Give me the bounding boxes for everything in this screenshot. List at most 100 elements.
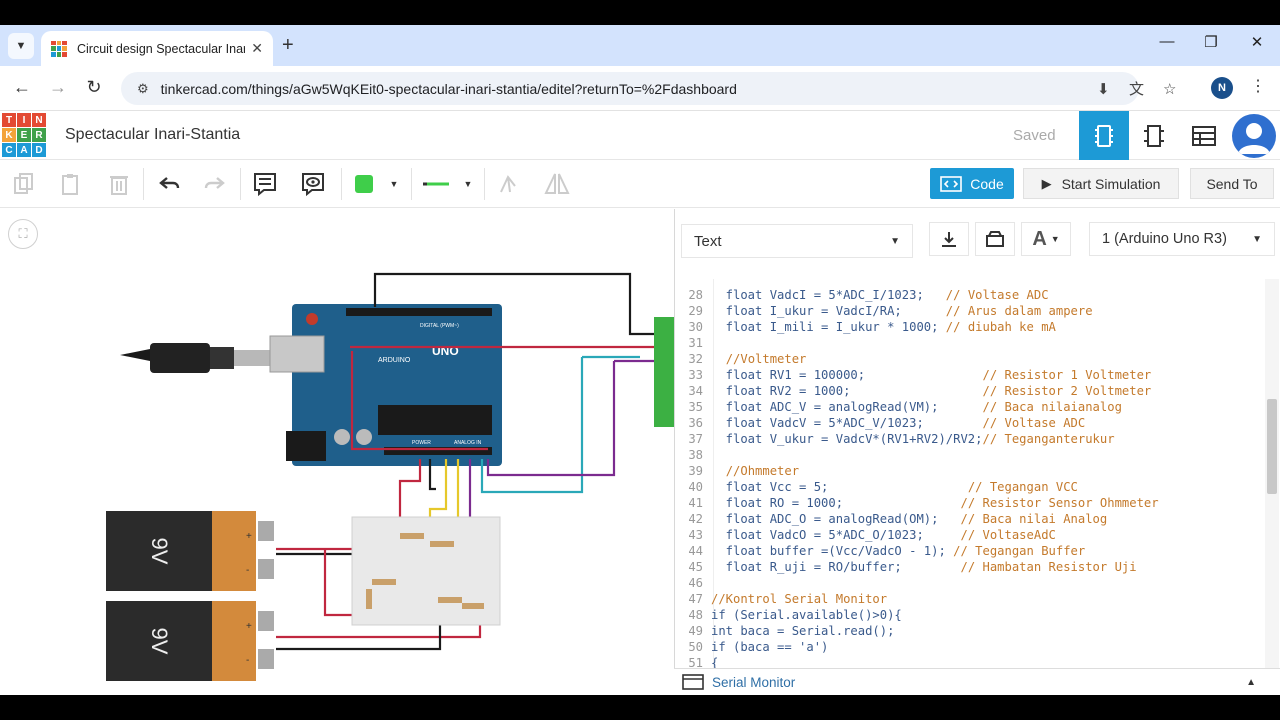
chevron-down-icon[interactable]: ▼ [384, 170, 404, 198]
start-simulation-button[interactable]: ▶ Start Simulation [1023, 168, 1179, 199]
forward-icon[interactable]: → [46, 77, 70, 98]
notes-icon[interactable] [251, 170, 279, 198]
font-size-icon: A [1032, 227, 1047, 250]
battery-9v[interactable]: 9V + - [106, 511, 274, 591]
fill-color-picker[interactable] [350, 170, 378, 198]
code-line[interactable]: 29 float I_ukur = VadcI/RA; // Arus dala… [677, 303, 1265, 319]
code-line[interactable]: 39 //Ohmmeter [677, 463, 1265, 479]
copy-icon[interactable] [10, 170, 38, 198]
logo-letter: N [32, 113, 46, 127]
address-bar[interactable]: ⚙ tinkercad.com/things/aGw5WqKEit0-spect… [121, 72, 1176, 105]
edit-toolbar: ▼ ▼ Code ▶ Start Simulation Send To [0, 160, 1280, 208]
code-text: float RV1 = 100000; [711, 368, 866, 382]
redo-icon[interactable] [201, 170, 229, 198]
component-list-button[interactable] [1179, 111, 1229, 160]
rotate-icon[interactable] [494, 170, 522, 198]
code-line[interactable]: 42 float ADC_O = analogRead(OM); // Baca… [677, 511, 1265, 527]
code-line[interactable]: 38 [677, 447, 1265, 463]
line-number: 35 [688, 400, 703, 414]
breadboard[interactable] [351, 516, 501, 626]
circuit-view-button[interactable] [1079, 111, 1129, 160]
new-tab-button[interactable]: + [282, 34, 294, 57]
schematic-view-icon [1144, 124, 1164, 147]
send-to-label: Send To [1206, 175, 1258, 192]
save-status: Saved [1013, 127, 1056, 144]
battery-label: 9V [147, 538, 172, 565]
download-code-button[interactable] [929, 222, 969, 256]
code-line[interactable]: 45 float R_uji = RO/buffer; // Hambatan … [677, 559, 1265, 575]
back-icon[interactable]: ← [10, 77, 34, 98]
send-to-button[interactable]: Send To [1190, 168, 1274, 199]
code-text: if (Serial.available()>0){ [711, 608, 902, 622]
code-line[interactable]: 43 float VadcO = 5*ADC_O/1023; // Voltas… [677, 527, 1265, 543]
project-title[interactable]: Spectacular Inari-Stantia [65, 126, 240, 144]
battery-plus-label: + [246, 531, 252, 542]
schematic-view-button[interactable] [1129, 111, 1179, 160]
chevron-up-icon[interactable]: ▲ [1246, 677, 1256, 688]
wire-type-picker[interactable] [419, 170, 453, 198]
code-line[interactable]: 48 if (Serial.available()>0){ [677, 607, 1265, 623]
code-line[interactable]: 50 if (baca == 'a') [677, 639, 1265, 655]
delete-icon[interactable] [105, 170, 133, 198]
install-app-icon[interactable]: ⬇ [1097, 72, 1110, 105]
profile-avatar[interactable]: N [1211, 77, 1233, 99]
code-line[interactable]: 37 float V_ukur = VadcV*(RV1+RV2)/RV2;//… [677, 431, 1265, 447]
code-line[interactable]: 31 [677, 335, 1265, 351]
tinkercad-logo[interactable]: T I N K E R C A D [2, 113, 46, 157]
window-close-icon[interactable]: ✕ [1242, 33, 1272, 51]
code-panel: Text ▼ A▼ 1 (Arduino Uno R3) ▼ 27 float … [674, 209, 1280, 695]
font-size-button[interactable]: A ▼ [1021, 222, 1071, 256]
restore-icon[interactable]: ❐ [1196, 33, 1226, 51]
user-avatar[interactable] [1232, 114, 1276, 158]
close-icon[interactable]: ✕ [251, 40, 263, 57]
usb-cable[interactable] [120, 343, 274, 373]
translate-icon[interactable]: 文 [1129, 72, 1144, 105]
code-line[interactable]: 44 float buffer =(Vcc/VadcO - 1); // Teg… [677, 543, 1265, 559]
code-text: float VadcI = 5*ADC_I/1023; [711, 288, 924, 302]
code-text: float ADC_O = analogRead(OM); [711, 512, 939, 526]
circuit-canvas[interactable]: ⛶ ARDUINO UNO DIGITAL (PWM~) POWER ANALO… [0, 209, 674, 695]
code-line[interactable]: 30 float I_mili = I_ukur * 1000; // diub… [677, 319, 1265, 335]
code-line[interactable]: 49 int baca = Serial.read(); [677, 623, 1265, 639]
board-select[interactable]: 1 (Arduino Uno R3) ▼ [1089, 222, 1275, 256]
lcd-module[interactable] [654, 317, 674, 427]
line-number: 44 [688, 544, 703, 558]
site-info-icon[interactable]: ⚙ [137, 81, 149, 97]
chevron-down-icon[interactable]: ▼ [458, 170, 478, 198]
code-text: float I_mili = I_ukur * 1000; [711, 320, 939, 334]
code-mode-select[interactable]: Text ▼ [681, 224, 913, 258]
code-line[interactable]: 35 float ADC_V = analogRead(VM); // Baca… [677, 399, 1265, 415]
code-line[interactable]: 40 float Vcc = 5; // Tegangan VCC [677, 479, 1265, 495]
code-icon [940, 175, 963, 192]
list-view-icon [1192, 125, 1216, 146]
scrollbar-thumb[interactable] [1267, 399, 1277, 494]
code-comment: // Teganganterukur [982, 432, 1115, 446]
upload-library-button[interactable] [975, 222, 1015, 256]
undo-icon[interactable] [155, 170, 183, 198]
code-editor[interactable]: 27 float ADC_I = analogRead(AM); // Baca… [677, 279, 1265, 689]
code-line[interactable]: 41 float RO = 1000; // Resistor Sensor O… [677, 495, 1265, 511]
paste-icon[interactable] [57, 170, 85, 198]
download-icon [942, 232, 956, 247]
minimize-icon[interactable]: — [1152, 33, 1182, 50]
toggle-notes-visibility-icon[interactable] [299, 170, 327, 198]
browser-menu-icon[interactable]: ⋮ [1250, 76, 1266, 96]
digital-label: DIGITAL (PWM~) [420, 323, 459, 329]
bookmark-star-icon[interactable]: ☆ [1163, 72, 1176, 105]
tab-search-button[interactable]: ▼ [8, 33, 34, 59]
editor-scrollbar[interactable] [1265, 279, 1279, 689]
code-line[interactable]: 47 //Kontrol Serial Monitor [677, 591, 1265, 607]
code-line[interactable]: 34 float RV2 = 1000; // Resistor 2 Voltm… [677, 383, 1265, 399]
code-line[interactable]: 46 [677, 575, 1265, 591]
code-line[interactable]: 32 //Voltmeter [677, 351, 1265, 367]
code-button[interactable]: Code [930, 168, 1014, 199]
flip-icon[interactable] [543, 170, 571, 198]
code-line[interactable]: 33 float RV1 = 100000; // Resistor 1 Vol… [677, 367, 1265, 383]
code-line[interactable]: 36 float VadcV = 5*ADC_V/1023; // Voltas… [677, 415, 1265, 431]
reload-icon[interactable]: ↻ [82, 77, 106, 98]
browser-tab[interactable]: Circuit design Spectacular Inari-Stantia… [41, 31, 273, 66]
code-line[interactable]: 28 float VadcI = 5*ADC_I/1023; // Voltas… [677, 287, 1265, 303]
battery-9v[interactable]: 9V + - [106, 601, 274, 681]
serial-monitor-bar[interactable]: Serial Monitor ▲ [674, 668, 1280, 695]
arduino-uno[interactable]: ARDUINO UNO DIGITAL (PWM~) POWER ANALOG … [269, 304, 502, 466]
